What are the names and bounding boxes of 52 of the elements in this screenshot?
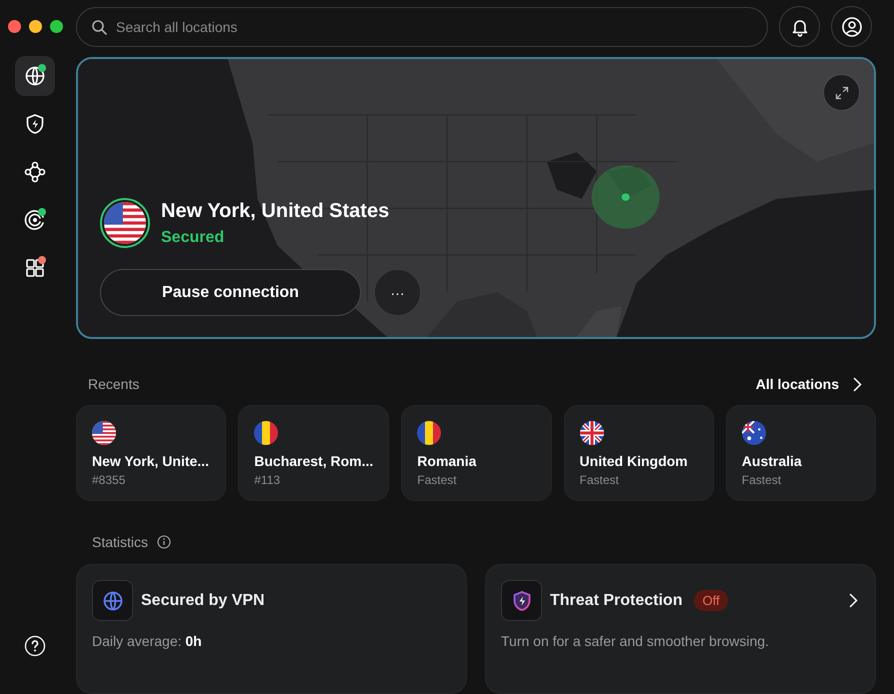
location-detail: #8355 [92, 473, 126, 487]
grid-icon [24, 257, 46, 279]
search-field[interactable]: Search all locations [76, 6, 768, 46]
profile-button[interactable] [831, 6, 872, 47]
status-badge: Off [694, 590, 728, 611]
card-title: Secured by VPN [141, 592, 265, 610]
zoom-window-button[interactable] [50, 20, 63, 33]
card-text: Daily average: 0h [92, 633, 203, 649]
connection-status: Secured [161, 228, 226, 246]
location-card[interactable]: Romania Fastest [401, 405, 552, 501]
shield-icon [24, 113, 46, 135]
help-icon [24, 635, 46, 657]
location-detail: #113 [254, 473, 282, 487]
location-name: New York, Unite... [92, 453, 210, 469]
close-window-button[interactable] [8, 20, 21, 33]
location-name: Bucharest, Rom... [254, 453, 374, 469]
location-name: Australia [742, 453, 803, 469]
location-card[interactable]: United Kingdom Fastest [564, 405, 714, 501]
all-locations-link[interactable]: All locations [756, 376, 862, 392]
chevron-right-icon [853, 376, 862, 392]
pause-button[interactable]: Pause connection [100, 269, 361, 316]
location-card[interactable]: Bucharest, Rom... #113 [238, 405, 390, 501]
chevron-right-icon [849, 593, 858, 608]
section-title: Statistics [92, 534, 148, 550]
location-detail: Fastest [580, 473, 620, 487]
flag-icon [417, 421, 442, 445]
location-name: Romania [417, 453, 478, 469]
flag-icon [580, 421, 604, 445]
flag-icon [254, 421, 278, 445]
user-icon [840, 16, 862, 38]
info-icon [157, 535, 172, 549]
statistics-card[interactable]: Threat Protection Off Turn on for a safer and smoother browsing. [485, 564, 876, 694]
location-title: New York, United States [161, 200, 390, 222]
expand-icon [834, 86, 848, 100]
minimize-window-button[interactable] [29, 20, 42, 33]
target-icon [24, 209, 46, 231]
location-name: United Kingdom [580, 453, 689, 469]
sidebar-button[interactable] [15, 56, 55, 96]
notifications-button[interactable] [779, 6, 820, 47]
shield-icon [510, 590, 532, 612]
flag-icon [92, 421, 116, 445]
location-detail: Fastest [417, 473, 458, 487]
nodes-icon [24, 161, 46, 183]
flag-icon [742, 421, 766, 445]
section-title: Recents [88, 376, 140, 392]
card-title: Threat Protection [550, 592, 682, 610]
card-text: Turn on for a safer and smoother browsing. [501, 633, 770, 649]
globe-icon [102, 590, 124, 612]
location-card[interactable]: Australia Fastest [726, 405, 876, 501]
globe-icon [24, 65, 46, 87]
location-detail: Fastest [742, 473, 782, 487]
location-card[interactable]: New York, Unite... #8355 [76, 405, 226, 501]
